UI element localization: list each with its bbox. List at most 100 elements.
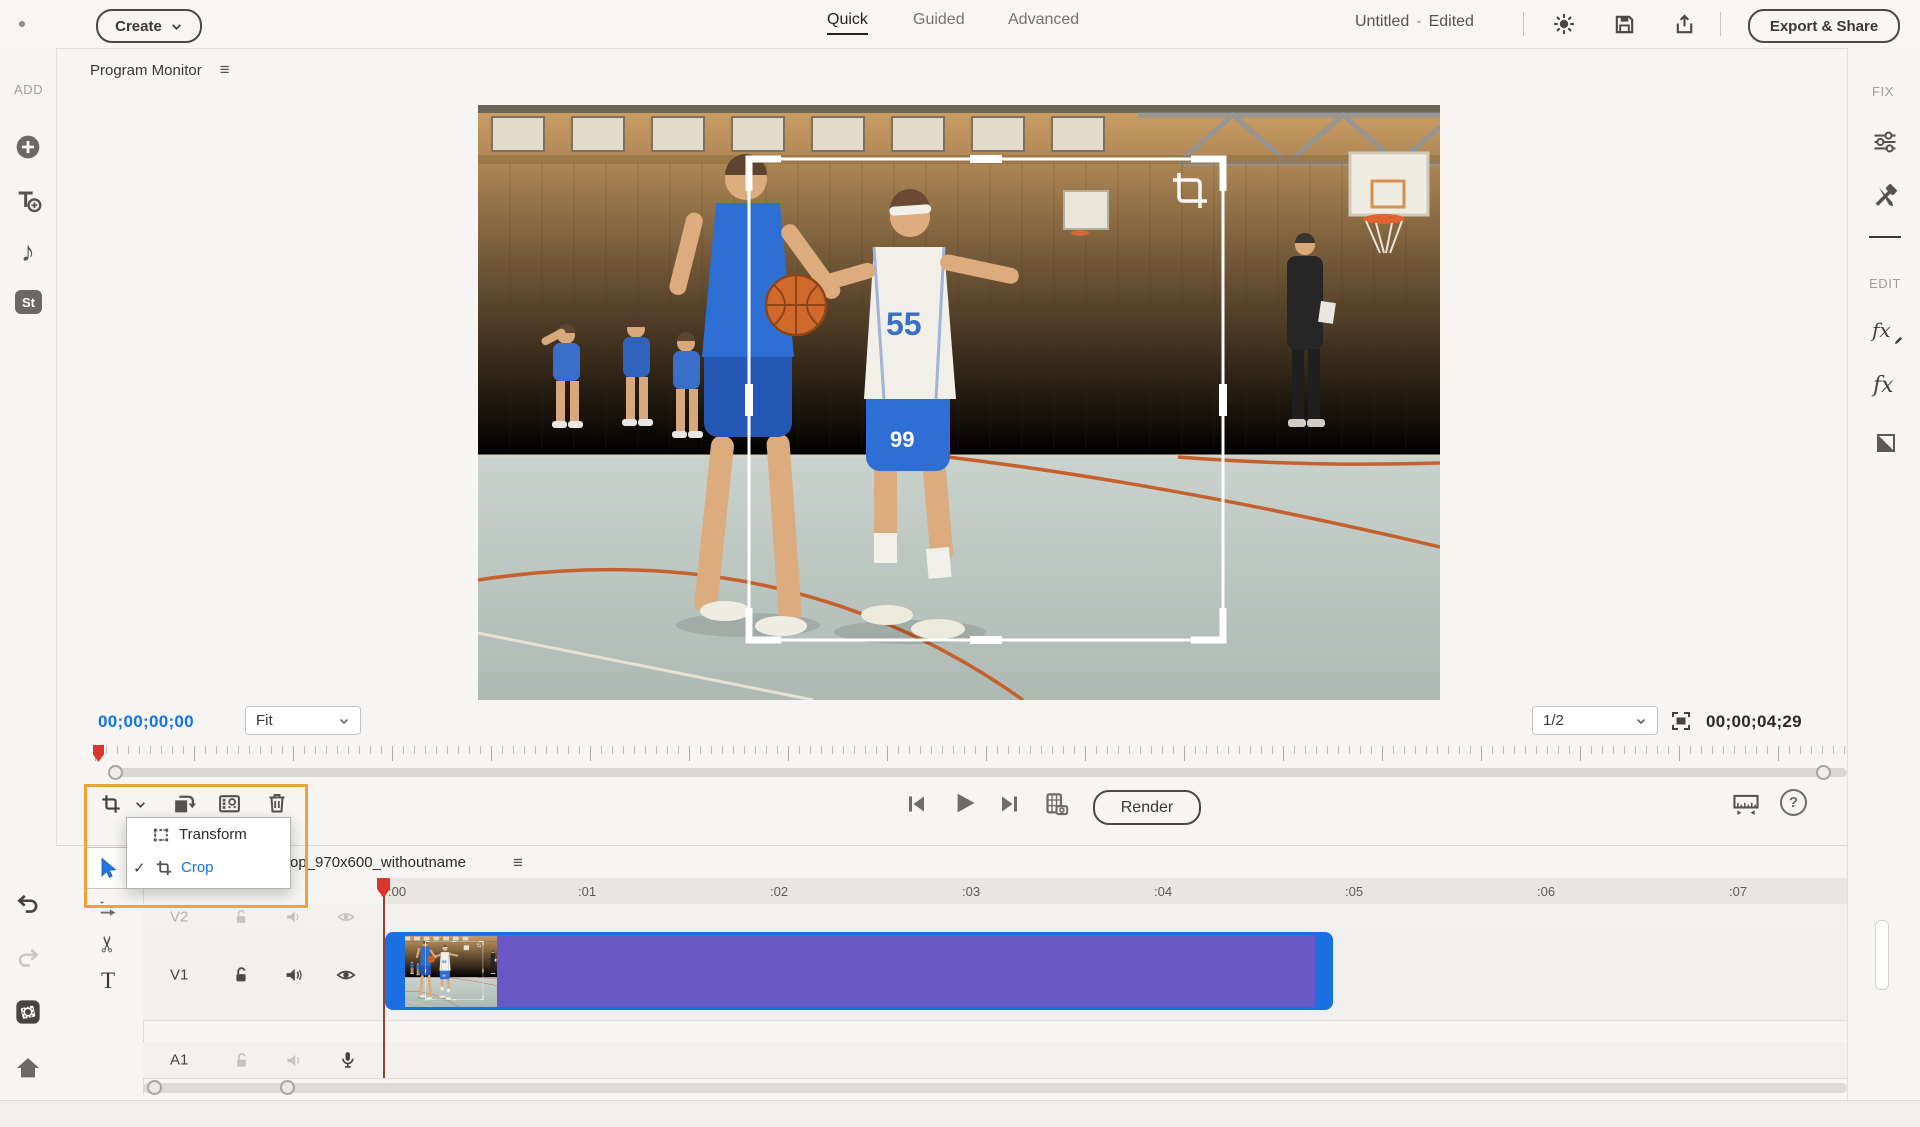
text-add-icon [14, 186, 42, 214]
crop-tool-button[interactable] [99, 792, 123, 816]
stock-badge-label: St [22, 295, 35, 310]
delete-tool-button[interactable] [264, 790, 290, 816]
save-button[interactable] [1611, 11, 1637, 37]
split-clip-tool-button[interactable]: ✂ [96, 931, 120, 957]
redo-button[interactable] [15, 945, 41, 971]
monitor-mini-ruler[interactable] [95, 746, 1847, 763]
panel-menu-icon[interactable]: ≡ [220, 60, 230, 80]
filmstrip-icon [217, 791, 242, 816]
document-separator: - [1416, 13, 1421, 31]
render-button[interactable]: Render [1093, 790, 1201, 825]
play-button[interactable] [950, 789, 978, 817]
eye-icon[interactable] [336, 907, 356, 927]
timeline-zoom-handle-right[interactable] [280, 1080, 295, 1095]
playhead-line[interactable] [383, 878, 385, 1078]
add-text-button[interactable] [14, 186, 42, 214]
previous-frame-icon [904, 792, 928, 816]
tab-guided[interactable]: Guided [913, 11, 965, 29]
filmstrip-tool-button[interactable] [216, 790, 242, 816]
applied-effects-button[interactable]: fx [1872, 318, 1904, 346]
clip-thumbnail [405, 935, 497, 1007]
add-media-button[interactable] [15, 134, 41, 160]
timeline-zoom-handle-left[interactable] [147, 1080, 162, 1095]
lock-icon[interactable] [230, 964, 252, 986]
lock-icon[interactable] [231, 907, 251, 927]
scrubber-handle-left[interactable] [108, 765, 123, 780]
tab-quick[interactable]: Quick [827, 11, 868, 35]
ruler-tick: :04 [1154, 884, 1172, 899]
sliders-icon [1871, 128, 1899, 156]
chevron-down-icon [1635, 715, 1647, 727]
stock-button[interactable]: St [15, 290, 42, 314]
timeline-zoom-button[interactable] [1731, 790, 1761, 818]
menu-item-crop-label: Crop [181, 859, 214, 876]
speaker-icon[interactable] [282, 964, 304, 986]
ruler-tick: :01 [578, 884, 596, 899]
timeline-clip[interactable] [385, 932, 1333, 1010]
eye-icon[interactable] [335, 964, 357, 986]
speaker-icon[interactable] [283, 907, 303, 927]
video-frame[interactable] [478, 105, 1440, 700]
rotate-tool-button[interactable] [170, 790, 196, 816]
share-button[interactable] [1671, 11, 1697, 37]
menu-item-crop[interactable]: ✓ Crop [127, 851, 290, 884]
playback-quality-select[interactable]: 1/2 [1532, 706, 1658, 735]
fix-tools-button[interactable] [1871, 182, 1899, 210]
window-bottom-strip [0, 1100, 1920, 1127]
clip-right-handle[interactable] [1315, 935, 1330, 1007]
ruler-tick: :03 [962, 884, 980, 899]
undo-button[interactable] [15, 891, 41, 917]
create-button[interactable]: Create [96, 9, 202, 43]
crop-icon [100, 793, 122, 815]
panel-menu-icon[interactable]: ≡ [513, 853, 523, 873]
divider [1720, 12, 1721, 36]
ruler-tick: :06 [1537, 884, 1555, 899]
organizer-button[interactable] [14, 998, 42, 1026]
timeline-ruler[interactable]: :00 :01 :02 :03 :04 :05 :06 :07 [383, 878, 1847, 905]
zoom-level-value: Fit [256, 712, 273, 729]
snapshot-icon [1043, 791, 1070, 818]
plus-circle-icon [15, 134, 41, 160]
clip-left-handle[interactable] [388, 935, 405, 1007]
effects-button[interactable]: fx [1873, 373, 1903, 401]
transform-icon [151, 825, 171, 845]
home-button[interactable] [14, 1054, 42, 1082]
previous-frame-button[interactable] [903, 791, 929, 817]
track-label-a1: A1 [170, 1052, 188, 1069]
brightness-button[interactable] [1551, 11, 1577, 37]
timeline-horizontal-scrollbar[interactable] [143, 1083, 1847, 1093]
help-button[interactable]: ? [1780, 789, 1807, 816]
snapshot-button[interactable] [1042, 790, 1070, 818]
current-timecode[interactable]: 00;00;00;00 [98, 712, 194, 732]
add-music-button[interactable]: ♪ [13, 236, 43, 268]
adjust-button[interactable] [1871, 128, 1899, 156]
speaker-icon[interactable] [283, 1050, 304, 1071]
next-frame-button[interactable] [997, 791, 1023, 817]
transitions-button[interactable] [1873, 430, 1899, 456]
right-rail: FIX EDIT fx fx [1847, 48, 1920, 1126]
ruler-tick: :02 [770, 884, 788, 899]
zoom-level-select[interactable]: Fit [245, 706, 361, 735]
selection-tool-button[interactable] [86, 847, 130, 889]
ruler-tick: :05 [1345, 884, 1363, 899]
share-icon [1673, 13, 1696, 36]
hammer-pencil-icon [1871, 182, 1899, 210]
timeline-vertical-scrollbar[interactable] [1875, 920, 1889, 990]
monitor-scrubber-track[interactable] [110, 768, 1847, 777]
dashed-arrow-icon [97, 897, 119, 919]
tab-advanced[interactable]: Advanced [1008, 11, 1079, 29]
fx-applied-label: fx [1872, 318, 1891, 342]
chevron-down-icon [170, 20, 183, 33]
track-row-a1: A1 [143, 1042, 1847, 1079]
fullscreen-button[interactable] [1668, 708, 1694, 734]
crop-tool-dropdown-button[interactable] [132, 797, 148, 811]
lock-icon[interactable] [231, 1050, 252, 1071]
export-share-button[interactable]: Export & Share [1748, 9, 1900, 43]
text-tool-button[interactable]: T [96, 968, 120, 994]
scrubber-handle-right[interactable] [1816, 765, 1831, 780]
track-row-v2: V2 [143, 904, 1847, 930]
microphone-icon[interactable] [337, 1049, 358, 1070]
menu-item-transform[interactable]: Transform [127, 818, 290, 851]
redo-icon [15, 945, 41, 971]
dashed-arrow-tool-button[interactable] [96, 896, 120, 920]
